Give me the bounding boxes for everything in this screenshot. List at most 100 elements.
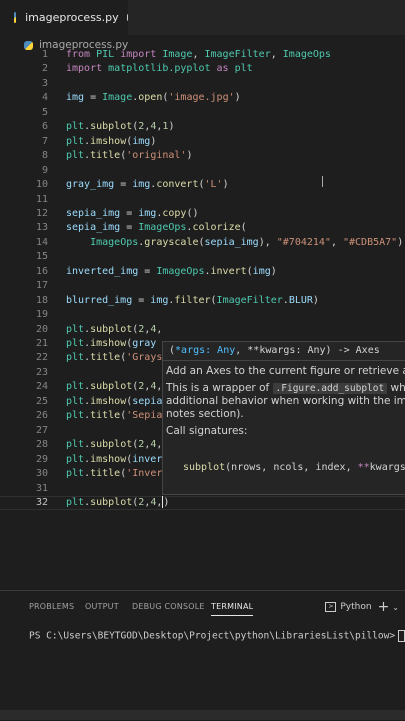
- line-code: plt.subplot(2,4,): [66, 495, 169, 510]
- line-number: 4: [41, 92, 48, 104]
- signature-item: subplot(nrows, ncols, index, **kwargs: [183, 462, 405, 473]
- code-line[interactable]: 3: [0, 77, 405, 91]
- code-line[interactable]: 7 plt.imshow(img): [0, 135, 405, 149]
- code-token: =: [120, 222, 139, 234]
- code-line[interactable]: 9: [0, 164, 405, 178]
- code-line[interactable]: 20 plt.subplot(2,4,: [0, 323, 405, 337]
- tab-terminal[interactable]: TERMINAL: [211, 602, 254, 616]
- code-token: ): [168, 121, 175, 133]
- unsaved-dot-icon[interactable]: [126, 14, 128, 21]
- doc-wrapper-line2: additional behavior when working with th…: [166, 395, 405, 407]
- chevron-down-icon[interactable]: ⌄: [392, 603, 399, 612]
- code-token: title: [90, 410, 121, 422]
- code-token: inver: [132, 453, 163, 465]
- code-line[interactable]: 17: [0, 279, 405, 293]
- code-token: ,: [330, 236, 343, 248]
- code-token: ): [150, 135, 157, 147]
- code-token: ,: [192, 49, 205, 60]
- code-token: plt: [66, 121, 85, 133]
- code-line[interactable]: 18 blurred_img = img.filter(ImageFilter.B…: [0, 294, 405, 308]
- code-token: plt: [66, 381, 85, 393]
- code-token: ): [186, 150, 193, 162]
- line-number: 8: [41, 150, 48, 162]
- tab-problems[interactable]: PROBLEMS: [29, 602, 74, 611]
- code-line[interactable]: 2 import matplotlib.pyplot as plt: [0, 62, 405, 76]
- code-line[interactable]: 32 plt.subplot(2,4,): [0, 495, 405, 510]
- line-number: 1: [41, 49, 48, 60]
- new-terminal-plus-icon[interactable]: +: [378, 599, 390, 615]
- code-line[interactable]: 10 gray_img = img.convert('L'): [0, 178, 405, 192]
- line-number: 29: [35, 453, 48, 465]
- code-token: sepia_img: [204, 236, 259, 248]
- code-token: title: [90, 150, 121, 162]
- code-token: Image: [102, 92, 133, 104]
- line-number: 32: [35, 496, 48, 508]
- code-token: copy: [162, 207, 187, 219]
- line-number: 17: [35, 280, 48, 292]
- line-code: plt.imshow(img): [66, 135, 156, 149]
- code-token: from: [66, 49, 97, 60]
- line-code: import matplotlib.pyplot as plt: [66, 62, 253, 76]
- code-token: 'image.jpg': [168, 92, 235, 104]
- line-code: plt.subplot(2,4,1): [66, 120, 174, 134]
- code-token: gray: [132, 338, 157, 349]
- code-token: 'Sepia: [126, 410, 163, 422]
- code-token: plt: [66, 439, 85, 451]
- code-token: imshow: [90, 135, 127, 147]
- doc-wrapper-line3: notes section).: [166, 408, 244, 420]
- terminal-cursor: [398, 630, 405, 642]
- code-line[interactable]: 13 sepia_img = ImageOps.colorize(: [0, 221, 405, 235]
- line-number: 9: [41, 164, 48, 176]
- code-line[interactable]: 5: [0, 106, 405, 120]
- doc-wrapper-post: whic: [390, 382, 405, 394]
- code-token: img: [66, 92, 85, 104]
- code-line[interactable]: 16 inverted_img = ImageOps.invert(img): [0, 265, 405, 279]
- code-token: plt: [66, 135, 85, 147]
- code-token: plt: [66, 410, 85, 422]
- line-code: plt.subplot(2,4,: [66, 380, 162, 394]
- line-number: 22: [35, 352, 48, 364]
- line-code: inverted_img = ImageOps.invert(img): [66, 265, 277, 279]
- code-line[interactable]: 1 from PIL import Image, ImageFilter, Ima…: [0, 48, 405, 62]
- code-editor[interactable]: 1 from PIL import Image, ImageFilter, Ima…: [0, 45, 405, 590]
- code-token: "#704214": [276, 236, 331, 248]
- code-line[interactable]: 6 plt.subplot(2,4,1): [0, 120, 405, 134]
- code-token: title: [90, 468, 121, 480]
- tab-debug-console[interactable]: DEBUG CONSOLE: [132, 602, 205, 611]
- code-token: =: [114, 179, 133, 191]
- code-line[interactable]: 8 plt.title('original'): [0, 149, 405, 163]
- line-number: 21: [35, 338, 48, 349]
- terminal-controls: > Python + ⌄: [325, 599, 399, 615]
- code-line[interactable]: 11: [0, 193, 405, 207]
- line-code: ImageOps.grayscale(sepia_img), "#704214"…: [66, 236, 403, 250]
- line-number: 15: [35, 251, 48, 263]
- code-line[interactable]: 12 sepia_img = img.copy(): [0, 207, 405, 221]
- code-token: img: [138, 207, 157, 219]
- code-token: inverted_img: [66, 265, 139, 277]
- code-token: title: [90, 352, 121, 364]
- code-line[interactable]: 14 ImageOps.grayscale(sepia_img), "#7042…: [0, 236, 405, 250]
- tab-output[interactable]: OUTPUT: [85, 602, 119, 611]
- signature-docs: Add an Axes to the current figure or ret…: [166, 365, 405, 438]
- doc-wrapper-pre: This is a wrapper of: [166, 382, 273, 394]
- code-token: ),: [258, 236, 277, 248]
- code-token: subplot: [90, 323, 133, 335]
- code-token: img: [132, 135, 151, 147]
- terminal-prompt[interactable]: PS C:\Users\BEYTGOD\Desktop\Project\pyth…: [29, 630, 405, 642]
- tab-imageprocess[interactable]: imageprocess.py: [0, 0, 128, 35]
- code-token: ImageFilter: [216, 294, 283, 306]
- code-token: ImageOps: [138, 222, 187, 234]
- line-number: 20: [35, 323, 48, 335]
- line-code: plt.imshow(sepia: [66, 395, 162, 409]
- code-line[interactable]: 15: [0, 250, 405, 264]
- terminal-shell-name[interactable]: Python: [340, 602, 371, 612]
- line-number: 25: [35, 395, 48, 407]
- code-token: ImageOps: [90, 236, 139, 248]
- code-token: plt: [66, 150, 85, 162]
- code-line[interactable]: 19: [0, 308, 405, 322]
- code-token: BLUR: [288, 294, 313, 306]
- code-token: =: [138, 265, 157, 277]
- code-line[interactable]: 4 img = Image.open('image.jpg'): [0, 91, 405, 105]
- line-number: 13: [35, 222, 48, 234]
